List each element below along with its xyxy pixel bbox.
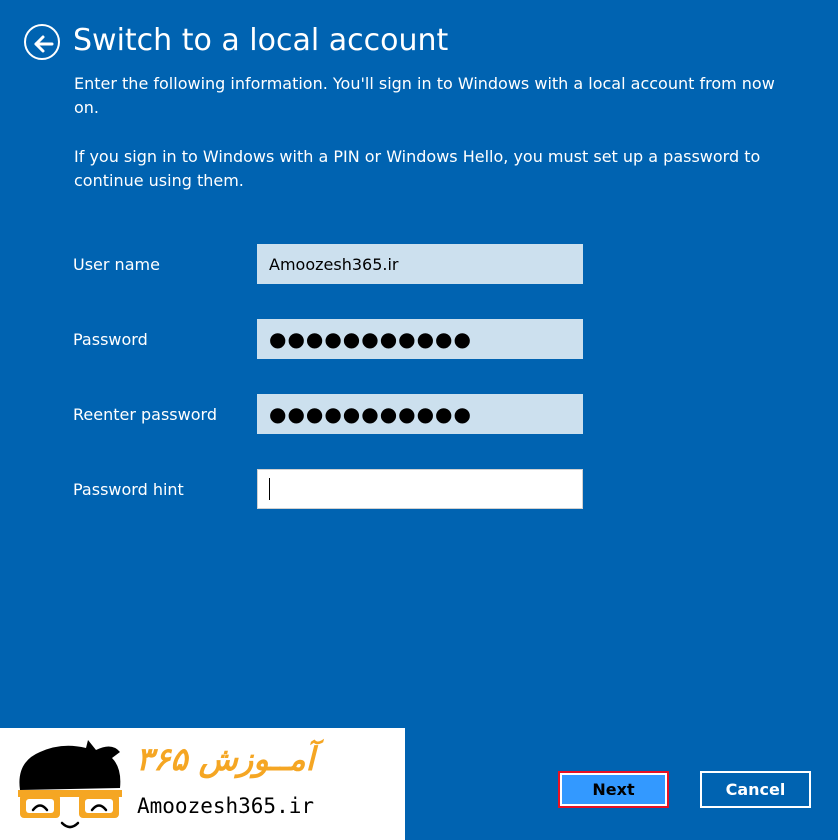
next-button[interactable]: Next — [558, 771, 669, 808]
watermark-url-text: Amoozesh365.ir — [137, 794, 315, 818]
cancel-button[interactable]: Cancel — [700, 771, 811, 808]
password-hint-input[interactable] — [257, 469, 583, 509]
password-hint-label: Password hint — [73, 480, 184, 499]
username-label: User name — [73, 255, 160, 274]
password-label: Password — [73, 330, 148, 349]
glasses-face-icon — [18, 740, 122, 829]
reenter-password-input[interactable] — [257, 394, 583, 434]
back-arrow-icon — [34, 35, 54, 53]
page-title: Switch to a local account — [73, 23, 449, 58]
back-button[interactable] — [24, 24, 60, 60]
password-input[interactable] — [257, 319, 583, 359]
pin-note-text: If you sign in to Windows with a PIN or … — [74, 147, 761, 190]
reenter-password-label: Reenter password — [73, 405, 217, 424]
watermark-logo: آمــوزش ۳۶۵ Amoozesh365.ir — [0, 728, 405, 840]
username-input[interactable] — [257, 244, 583, 284]
text-caret — [269, 478, 270, 500]
watermark-persian-text: آمــوزش ۳۶۵ — [136, 740, 315, 778]
intro-text: Enter the following information. You'll … — [74, 74, 775, 117]
